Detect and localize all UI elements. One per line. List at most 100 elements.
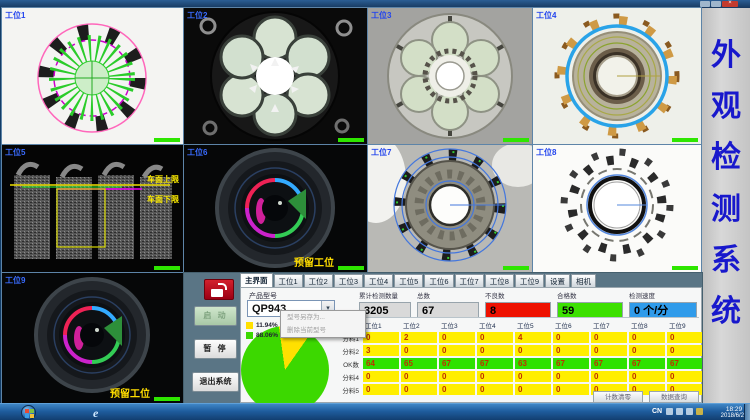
app-title-char: 测	[711, 195, 741, 225]
stat-value: 67	[417, 302, 479, 318]
menu-item-delete-model[interactable]: 删除当前型号	[281, 324, 365, 337]
data-query-button[interactable]: 数据查询	[649, 391, 699, 403]
tab-工位2[interactable]: 工位2	[304, 274, 333, 287]
table-cell: 67	[629, 358, 665, 369]
stat-label: 检测速度	[629, 290, 697, 300]
table-cell: 0	[591, 332, 627, 343]
status-bar-green	[672, 266, 698, 270]
stat-value: 0 个/分	[629, 302, 697, 318]
status-bar-green	[503, 266, 529, 270]
lower-limit-label: 车面下限	[147, 194, 179, 205]
minimize-button[interactable]	[700, 1, 710, 7]
table-cell: 0	[553, 332, 589, 343]
table-cell: 67	[477, 358, 513, 369]
stat-4: 检测速度 0 个/分	[629, 290, 697, 318]
status-bar-green	[503, 138, 529, 142]
show-desktop-button[interactable]	[744, 404, 750, 420]
app-window: × 工位1 工位2	[0, 0, 750, 420]
pause-button[interactable]: 暂 停	[194, 339, 237, 359]
table-cell: 3	[363, 345, 399, 356]
table-cell: 0	[401, 384, 437, 395]
camera-view-station9[interactable]: 工位9 预留工位	[2, 273, 183, 403]
tray-flag-icon[interactable]	[696, 408, 703, 415]
table-cell: 67	[667, 358, 702, 369]
tab-相机[interactable]: 相机	[571, 274, 596, 287]
lock-body-icon	[211, 289, 223, 297]
exit-system-button[interactable]: 退出系统	[192, 372, 239, 392]
column-header: 工位1	[363, 320, 399, 330]
side-profile-image	[2, 145, 183, 272]
camera-view-station1[interactable]: 工位1	[2, 8, 183, 144]
row-label: OK数	[329, 359, 361, 369]
camera-view-station8[interactable]: 工位8	[533, 145, 701, 272]
status-bar-green	[338, 266, 364, 270]
tab-工位5[interactable]: 工位5	[394, 274, 423, 287]
control-panel: 启 动 暂 停 退出系统 主界面工位1工位2工位3工位4工位5工位6工位7工位8…	[184, 273, 702, 403]
station-label: 工位2	[187, 10, 207, 21]
panel-tab-bar: 主界面工位1工位2工位3工位4工位5工位6工位7工位8工位9设置相机	[240, 273, 702, 287]
tray-icon[interactable]	[666, 408, 673, 415]
tab-工位4[interactable]: 工位4	[364, 274, 393, 287]
tab-工位1[interactable]: 工位1	[274, 274, 303, 287]
column-header: 工位7	[591, 320, 627, 330]
start-button-orb[interactable]	[21, 405, 36, 420]
camera-view-station7[interactable]: 工位7	[368, 145, 532, 272]
tab-工位3[interactable]: 工位3	[334, 274, 363, 287]
station-label: 工位6	[187, 147, 207, 158]
status-bar-green	[672, 138, 698, 142]
upper-limit-label: 车面上限	[147, 174, 179, 185]
table-cell: 0	[477, 371, 513, 382]
camera-view-station2[interactable]: 工位2	[184, 8, 367, 144]
reserved-station-label: 预留工位	[110, 385, 150, 400]
table-cell: 0	[553, 345, 589, 356]
camera-view-station4[interactable]: 工位4	[533, 8, 701, 144]
table-cell: 0	[439, 384, 475, 395]
tab-工位9[interactable]: 工位9	[515, 274, 544, 287]
station-label: 工位4	[536, 10, 556, 21]
internet-explorer-icon[interactable]: e	[93, 406, 106, 419]
menu-item-save-model-as[interactable]: 型号另存为...	[281, 311, 365, 324]
tab-设置[interactable]: 设置	[545, 274, 570, 287]
legend-swatch	[246, 332, 253, 339]
camera-view-station6[interactable]: 工位6 预留工位	[184, 145, 367, 272]
column-header: 工位8	[629, 320, 665, 330]
unlock-button[interactable]	[204, 279, 234, 300]
product-context-menu: 型号另存为... 删除当前型号	[280, 310, 366, 338]
windows-flag-icon	[25, 409, 29, 413]
table-cell: 0	[439, 332, 475, 343]
legend-swatch	[246, 322, 253, 329]
table-cell: 64	[363, 358, 399, 369]
windows-flag-icon	[30, 409, 34, 413]
table-cell: 63	[515, 358, 551, 369]
station-label: 工位1	[5, 10, 25, 21]
language-indicator[interactable]: CN	[652, 408, 662, 415]
table-cell: 0	[439, 345, 475, 356]
tab-工位8[interactable]: 工位8	[485, 274, 514, 287]
column-header: 工位9	[667, 320, 702, 330]
row-label: 分料4	[329, 372, 361, 382]
stat-label: 累计检测数量	[359, 290, 411, 300]
start-button[interactable]: 启 动	[194, 306, 237, 326]
table-cell: 0	[477, 332, 513, 343]
clear-count-button[interactable]: 计数清零	[593, 391, 643, 403]
table-cell: 67	[439, 358, 475, 369]
tab-工位7[interactable]: 工位7	[455, 274, 484, 287]
stat-0: 累计检测数量 3205	[359, 290, 411, 318]
stat-value: 3205	[359, 302, 411, 318]
tab-主界面[interactable]: 主界面	[240, 273, 273, 287]
status-bar-green	[338, 138, 364, 142]
camera-view-station5[interactable]: 工位5 车面上限	[2, 145, 183, 272]
camera-view-station3[interactable]: 工位3	[368, 8, 532, 144]
table-cell: 0	[591, 371, 627, 382]
close-icon[interactable]: ×	[722, 1, 738, 7]
maximize-button[interactable]	[711, 1, 721, 7]
stat-2: 不良数8	[485, 290, 551, 318]
tray-icon[interactable]	[686, 408, 693, 415]
pie-legend: 11.94%88.06%	[246, 322, 278, 342]
tray-icon[interactable]	[676, 408, 683, 415]
divider	[359, 317, 699, 318]
table-cell: 2	[401, 332, 437, 343]
tab-工位6[interactable]: 工位6	[424, 274, 453, 287]
reserved-station-label: 预留工位	[294, 254, 334, 269]
table-cell: 0	[515, 345, 551, 356]
